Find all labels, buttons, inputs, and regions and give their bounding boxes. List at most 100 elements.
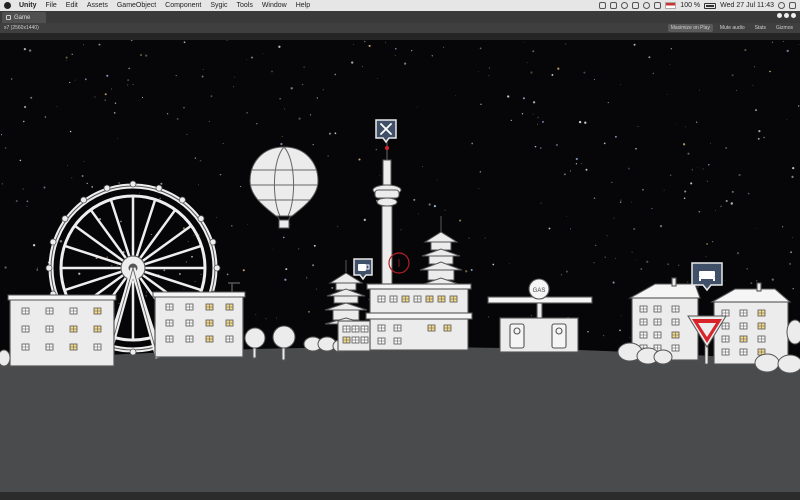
star: [363, 218, 366, 222]
star: [216, 217, 217, 218]
game-view[interactable]: GAS: [0, 40, 800, 492]
maximize-on-play-toggle[interactable]: Maximize on Play: [667, 24, 713, 32]
toolbar-separator: [0, 33, 800, 40]
star: [23, 120, 25, 123]
apartment-building-center-left: [152, 282, 246, 358]
star: [566, 216, 567, 218]
star: [725, 199, 728, 203]
window: [45, 325, 54, 333]
poi-pin-cafe[interactable]: [352, 257, 374, 281]
star: [633, 43, 636, 46]
star: [725, 147, 727, 149]
dropbox-icon[interactable]: [599, 2, 607, 9]
star: [631, 251, 633, 253]
menu-gameobject[interactable]: GameObject: [117, 2, 156, 9]
menu-app-name[interactable]: Unity: [19, 2, 37, 9]
star: [791, 175, 794, 178]
star: [208, 120, 210, 122]
star: [282, 236, 285, 239]
star: [139, 53, 143, 57]
star: [754, 109, 758, 112]
lit-window: [739, 335, 748, 343]
stats-toggle[interactable]: Stats: [752, 24, 769, 32]
lit-window: [205, 335, 214, 343]
spotlight-search-icon[interactable]: [778, 2, 785, 9]
menu-sygic[interactable]: Sygic: [210, 2, 227, 9]
input-language-flag-icon[interactable]: [665, 2, 677, 9]
star: [247, 224, 249, 226]
hot-air-balloon: [249, 146, 319, 229]
star: [758, 130, 761, 133]
window: [653, 331, 662, 339]
star: [595, 244, 597, 247]
star: [385, 42, 387, 44]
window: [351, 325, 360, 333]
bluetooth-icon[interactable]: [632, 2, 640, 9]
star: [593, 262, 595, 264]
star: [569, 170, 572, 172]
menu-edit[interactable]: Edit: [66, 2, 78, 9]
star: [233, 76, 235, 78]
star: [278, 45, 281, 48]
star: [633, 227, 636, 231]
star: [219, 173, 222, 176]
pagoda-right: [417, 216, 465, 287]
star: [792, 288, 794, 290]
star: [750, 282, 753, 285]
menu-component[interactable]: Component: [165, 2, 201, 9]
resolution-dropdown[interactable]: x7 (2560x1440): [4, 25, 39, 31]
tab-game[interactable]: Game: [2, 12, 46, 23]
star: [289, 224, 291, 225]
window: [377, 337, 386, 345]
star: [127, 79, 130, 82]
star: [283, 108, 286, 110]
gizmos-dropdown[interactable]: Gizmos: [773, 24, 796, 32]
star: [201, 75, 204, 78]
star: [394, 47, 397, 50]
menu-tools[interactable]: Tools: [236, 2, 252, 9]
star: [413, 198, 416, 201]
star: [353, 43, 355, 45]
star: [226, 273, 229, 276]
poi-pin-hotel[interactable]: [690, 261, 724, 293]
window-options-menu[interactable]: [777, 13, 796, 18]
star: [106, 74, 109, 77]
battery-icon[interactable]: [704, 2, 717, 9]
star: [116, 264, 118, 266]
star: [306, 276, 308, 278]
menu-help[interactable]: Help: [296, 2, 310, 9]
star: [104, 99, 106, 101]
window: [653, 318, 662, 326]
window: [360, 325, 369, 333]
apple-menu-icon[interactable]: [4, 2, 11, 9]
star: [83, 161, 85, 162]
poi-pin-service[interactable]: [374, 118, 398, 144]
volume-icon[interactable]: [654, 2, 662, 9]
star: [118, 303, 120, 305]
star: [540, 202, 542, 204]
star: [26, 205, 28, 207]
star: [685, 126, 686, 128]
wheel-gondola: [197, 215, 205, 223]
star: [581, 162, 583, 164]
evernote-icon[interactable]: [610, 2, 618, 9]
lit-window: [69, 343, 78, 351]
window: [413, 295, 422, 303]
wifi-icon[interactable]: [643, 2, 651, 9]
menu-window[interactable]: Window: [262, 2, 287, 9]
notification-center-icon[interactable]: [789, 2, 796, 9]
clock-datetime[interactable]: Wed 27 Jul 11:43: [720, 2, 774, 9]
star: [43, 186, 46, 189]
star: [578, 120, 582, 124]
star: [480, 103, 482, 105]
menu-assets[interactable]: Assets: [87, 2, 108, 9]
mute-audio-toggle[interactable]: Mute audio: [717, 24, 748, 32]
star: [459, 219, 462, 222]
star: [400, 229, 402, 231]
star: [791, 237, 793, 239]
clock-icon[interactable]: [621, 2, 629, 9]
star: [246, 59, 247, 61]
star: [118, 182, 120, 184]
menu-file[interactable]: File: [46, 2, 57, 9]
star: [620, 199, 622, 201]
